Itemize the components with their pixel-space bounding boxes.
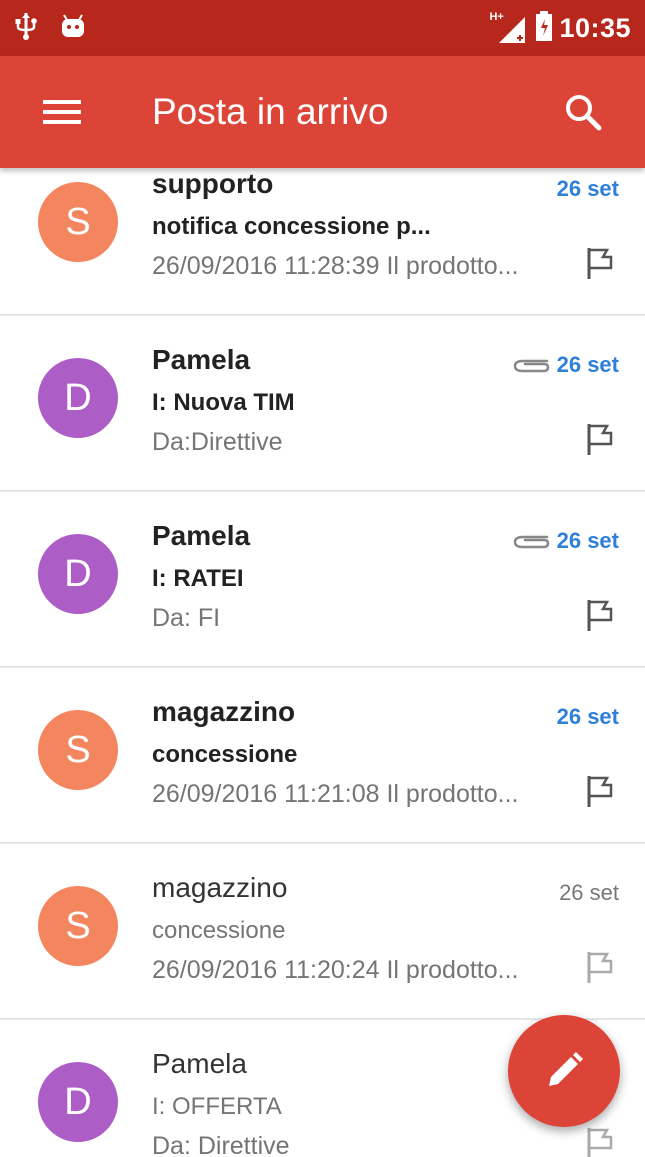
avatar[interactable]: S <box>38 182 118 262</box>
avatar-initial: D <box>64 376 92 419</box>
message-row[interactable]: D Pamela I: RATEI Da: FI 26 set <box>0 492 645 668</box>
attachment-icon <box>511 354 551 381</box>
flag-icon[interactable] <box>585 1126 615 1157</box>
status-bar: H+ 10:35 <box>0 0 645 56</box>
message-row[interactable]: Smagazzino concessione 26/09/2016 11:21:08… <box>0 668 645 844</box>
message-date: 26 set <box>559 880 619 905</box>
hamburger-menu-icon[interactable] <box>40 90 84 134</box>
message-sender: Pamela <box>152 1048 247 1079</box>
message-subject: I: OFFERTA <box>152 1093 282 1120</box>
flag-icon[interactable] <box>585 246 615 285</box>
message-date: 26 set <box>556 704 619 729</box>
flag-icon[interactable] <box>585 598 615 637</box>
page-title: Posta in arrivo <box>152 91 389 132</box>
avatar-initial: S <box>65 200 91 243</box>
flag-icon[interactable] <box>585 774 615 813</box>
message-snippet: Da: FI <box>152 604 221 632</box>
avatar-initial: D <box>64 552 92 595</box>
message-subject: concessione <box>152 917 286 944</box>
message-subject: I: Nuova TIM <box>152 389 295 416</box>
avatar-initial: S <box>65 904 91 947</box>
message-snippet: 26/09/2016 11:28:39 Il prodotto... <box>152 252 519 280</box>
attachment-icon <box>511 530 551 557</box>
avatar[interactable]: S <box>38 710 118 790</box>
message-subject: concessione <box>152 741 298 768</box>
flag-icon[interactable] <box>585 950 615 989</box>
avatar[interactable]: D <box>38 1062 118 1142</box>
message-snippet: 26/09/2016 11:20:24 Il prodotto... <box>152 956 519 984</box>
message-sender: magazzino <box>152 872 288 903</box>
message-row[interactable]: D Pamela I: Nuova TIM Da:Direttive 26 set <box>0 316 645 492</box>
android-icon <box>60 13 86 44</box>
message-subject: I: RATEI <box>152 565 244 592</box>
pencil-compose-icon <box>549 1052 583 1086</box>
search-icon[interactable] <box>561 90 605 134</box>
message-date: 26 set <box>556 176 619 201</box>
message-sender: supporto <box>152 168 274 199</box>
message-date: 26 set <box>556 352 619 377</box>
app-bar: Posta in arrivo <box>0 56 645 168</box>
message-sender: Pamela <box>152 344 251 375</box>
message-sender: Pamela <box>152 520 251 551</box>
message-row[interactable]: Smagazzino concessione 26/09/2016 11:20:24… <box>0 844 645 1020</box>
message-snippet: Da:Direttive <box>152 428 283 456</box>
message-snippet: 26/09/2016 11:21:08 Il prodotto... <box>152 780 519 808</box>
status-time: 10:35 <box>559 12 631 43</box>
message-sender: magazzino <box>152 696 296 727</box>
message-subject: notifica concessione p... <box>152 213 431 240</box>
avatar-initial: S <box>65 728 91 771</box>
message-date: 26 set <box>556 528 619 553</box>
compose-button[interactable] <box>508 1015 620 1127</box>
signal-icon: H+ <box>489 11 529 45</box>
avatar[interactable]: D <box>38 358 118 438</box>
avatar[interactable]: S <box>38 886 118 966</box>
message-snippet: Da: Direttive <box>152 1132 290 1157</box>
avatar[interactable]: D <box>38 534 118 614</box>
usb-icon <box>14 11 38 46</box>
battery-icon <box>535 10 553 46</box>
flag-icon[interactable] <box>585 422 615 461</box>
avatar-initial: D <box>64 1080 92 1123</box>
message-list[interactable]: Ssupporto notifica concessione p... 26/09/… <box>0 140 645 1157</box>
